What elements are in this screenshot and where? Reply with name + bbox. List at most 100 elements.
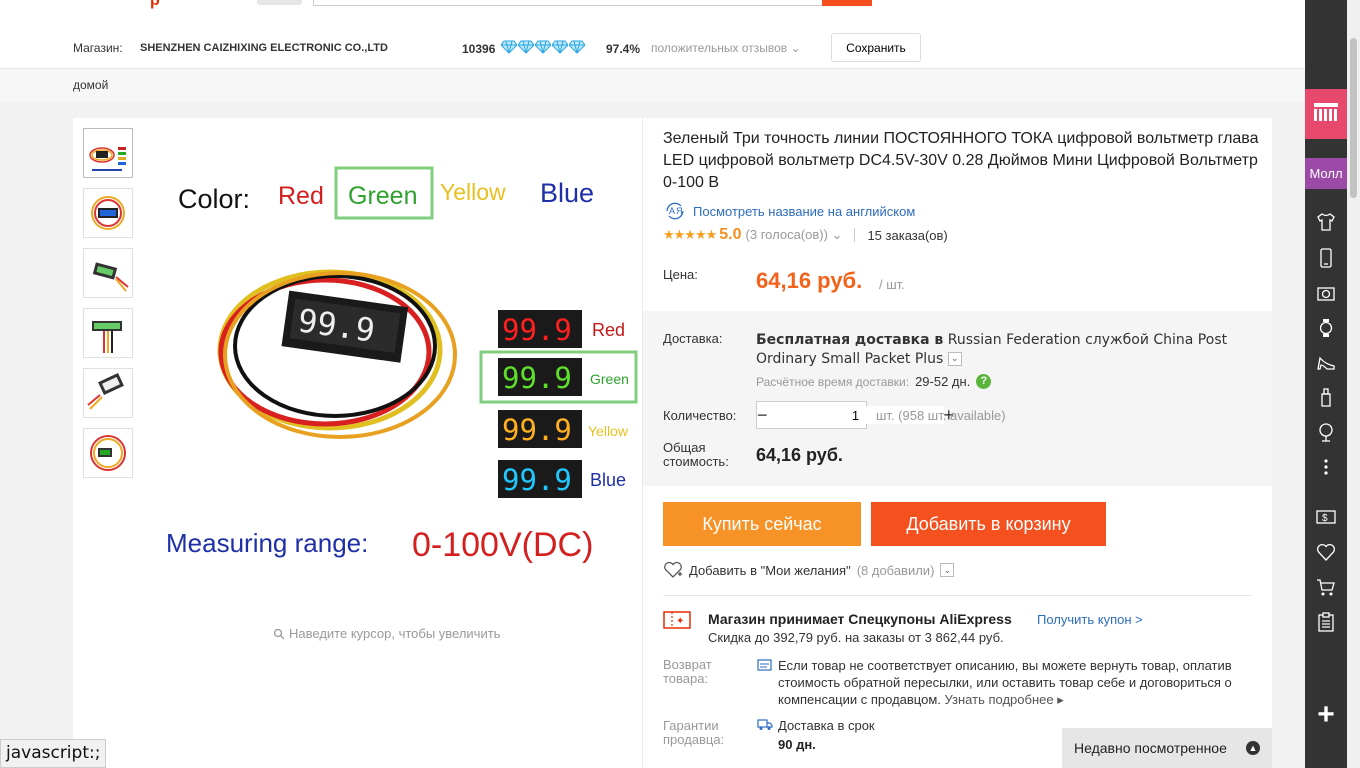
range-label: Measuring range: (166, 528, 368, 558)
breadcrumb-home[interactable]: домой (73, 78, 108, 92)
price-label: Цена: (663, 267, 698, 282)
watch-icon[interactable] (1316, 318, 1336, 338)
phone-icon[interactable] (1316, 248, 1336, 268)
thumbnail-1[interactable] (83, 128, 133, 178)
category-button[interactable] (257, 0, 302, 5)
positive-percent: 97.4% (606, 42, 641, 56)
delivery-estimate: Расчётное время доставки: 29-52 дн. ? (756, 374, 992, 389)
shipping-label: Доставка: (663, 331, 723, 346)
thumbnail-6[interactable] (83, 428, 133, 478)
votes-dropdown[interactable]: (3 голоса(ов)) ⌄ (746, 227, 843, 243)
diamond-icon (501, 40, 517, 54)
search-input[interactable] (313, 0, 823, 6)
sample-yellow-label: Yellow (588, 423, 629, 439)
returns-more-link[interactable]: Узнать подробнее ▸ (945, 692, 1064, 707)
divider (854, 228, 856, 242)
buy-now-button[interactable]: Купить сейчас (663, 502, 861, 546)
search-button[interactable] (822, 0, 872, 6)
chevron-down-icon: ⌄ (831, 227, 843, 242)
coupon-subtitle: Скидка до 392,79 руб. на заказы от 3 862… (708, 630, 1004, 645)
heart-icon[interactable] (1316, 542, 1336, 562)
wishlist-button[interactable]: Добавить в "Мои желания" (8 добавили) ⌄ (663, 561, 955, 579)
high-heel-icon[interactable] (1316, 353, 1336, 373)
browser-status-bar: javascript:; (0, 739, 107, 768)
thumbnail-3[interactable] (83, 248, 133, 298)
lamp-icon[interactable] (1316, 422, 1336, 442)
return-policy-icon (757, 659, 772, 671)
shipping-method: Бесплатная доставка в Russian Federation… (756, 331, 1256, 369)
thumbnail-5[interactable] (83, 368, 133, 418)
total-label: Общая стоимость: (663, 440, 729, 469)
returns-text: Если товар не соответствует описанию, вы… (778, 657, 1258, 708)
translate-title-text: Посмотреть название на английском (693, 203, 916, 219)
svg-text:A: A (669, 206, 675, 216)
breadcrumb: домой (0, 69, 1305, 102)
image-color-label: Color: (178, 184, 250, 214)
image-color-blue: Blue (540, 178, 594, 208)
add-to-cart-button[interactable]: Добавить в корзину (871, 502, 1106, 546)
page-scrollbar[interactable] (1347, 0, 1360, 768)
cart-icon[interactable] (1316, 577, 1336, 597)
main-product-image[interactable]: Color: Red Green Yellow Blue 99.9 99.9 R… (140, 130, 640, 590)
store-score: 10396 (462, 42, 496, 56)
help-icon[interactable]: ? (976, 374, 992, 389)
thumbnail-4[interactable] (83, 308, 133, 358)
recently-viewed-panel[interactable]: Недавно посмотренное ▲ (1062, 728, 1272, 768)
guarantee-text: Доставка в срок (778, 718, 875, 733)
shipping-dropdown-icon[interactable]: ⌄ (947, 352, 962, 366)
more-dots-icon[interactable] (1316, 457, 1336, 477)
thumbnail-list (83, 128, 133, 488)
diamond-icon (518, 40, 534, 54)
coupon-title: Магазин принимает Спецкупоны AliExpress (708, 611, 1012, 627)
right-sidebar: Молл $ + (1305, 0, 1347, 768)
product-card: Color: Red Green Yellow Blue 99.9 99.9 R… (73, 118, 1272, 768)
price-unit: / шт. (879, 277, 905, 292)
mall-link[interactable]: Молл (1305, 158, 1347, 189)
orders-count: 15 заказа(ов) (867, 227, 948, 243)
quantity-stepper: − + (756, 401, 954, 429)
wishlist-count: (8 добавили) (856, 562, 935, 578)
scrollbar-thumb[interactable] (1350, 38, 1357, 198)
promo-11-11-banner[interactable] (1305, 89, 1347, 139)
image-color-yellow: Yellow (440, 179, 506, 205)
section-divider (663, 595, 1252, 596)
store-rank-diamonds (501, 40, 585, 54)
sample-blue-digits: 99.9 (502, 463, 572, 497)
save-store-button[interactable]: Сохранить (831, 33, 921, 62)
top-header: р (0, 0, 1305, 27)
sample-green-label: Green (590, 371, 629, 387)
guarantee-label: Гарантии продавца: (663, 718, 725, 747)
total-value: 64,16 руб. (756, 445, 843, 465)
svg-text:✦: ✦ (676, 616, 684, 627)
available-stock: шт. (958 шт. available) (876, 408, 1006, 423)
thumbnail-2[interactable] (83, 188, 133, 238)
feedback-dropdown[interactable]: положительных отзывов ⌄ (651, 41, 801, 55)
tshirt-icon[interactable] (1316, 212, 1336, 232)
delivery-truck-icon (757, 719, 773, 730)
quantity-label: Количество: (663, 408, 737, 423)
diamond-icon (535, 40, 551, 54)
returns-label: Возврат товара: (663, 657, 712, 686)
sample-blue-label: Blue (590, 470, 626, 490)
expand-sidebar-button[interactable]: + (1313, 698, 1339, 732)
shipping-section: Доставка: Бесплатная доставка в Russian … (643, 311, 1272, 486)
store-name-link[interactable]: SHENZHEN CAIZHIXING ELECTRONIC CO.,LTD (140, 42, 388, 54)
translate-title-link[interactable]: AЯ Посмотреть название на английском (663, 202, 915, 220)
feedback-label: положительных отзывов (651, 41, 788, 55)
wishlist-dropdown-icon[interactable]: ⌄ (940, 563, 955, 577)
estimate-value: 29-52 дн. (915, 374, 971, 389)
site-logo[interactable]: р (150, 0, 160, 10)
magnifier-icon (273, 628, 285, 639)
camera-icon[interactable] (1316, 283, 1336, 303)
diamond-icon (569, 40, 585, 54)
sample-red-digits: 99.9 (502, 313, 572, 347)
rating-row: ★★★★★ 5.0 (3 голоса(ов)) ⌄ 15 заказа(ов) (663, 226, 948, 244)
clipboard-icon[interactable] (1316, 612, 1336, 632)
bottle-icon[interactable] (1316, 387, 1336, 407)
get-coupon-link[interactable]: Получить купон > (1037, 612, 1143, 627)
store-label: Магазин: (73, 41, 123, 55)
coupon-money-icon[interactable]: $ (1316, 507, 1336, 527)
chevron-up-icon: ▲ (1246, 741, 1260, 755)
wishlist-label: Добавить в "Мои желания" (689, 562, 851, 578)
quantity-minus-button[interactable]: − (757, 405, 768, 426)
